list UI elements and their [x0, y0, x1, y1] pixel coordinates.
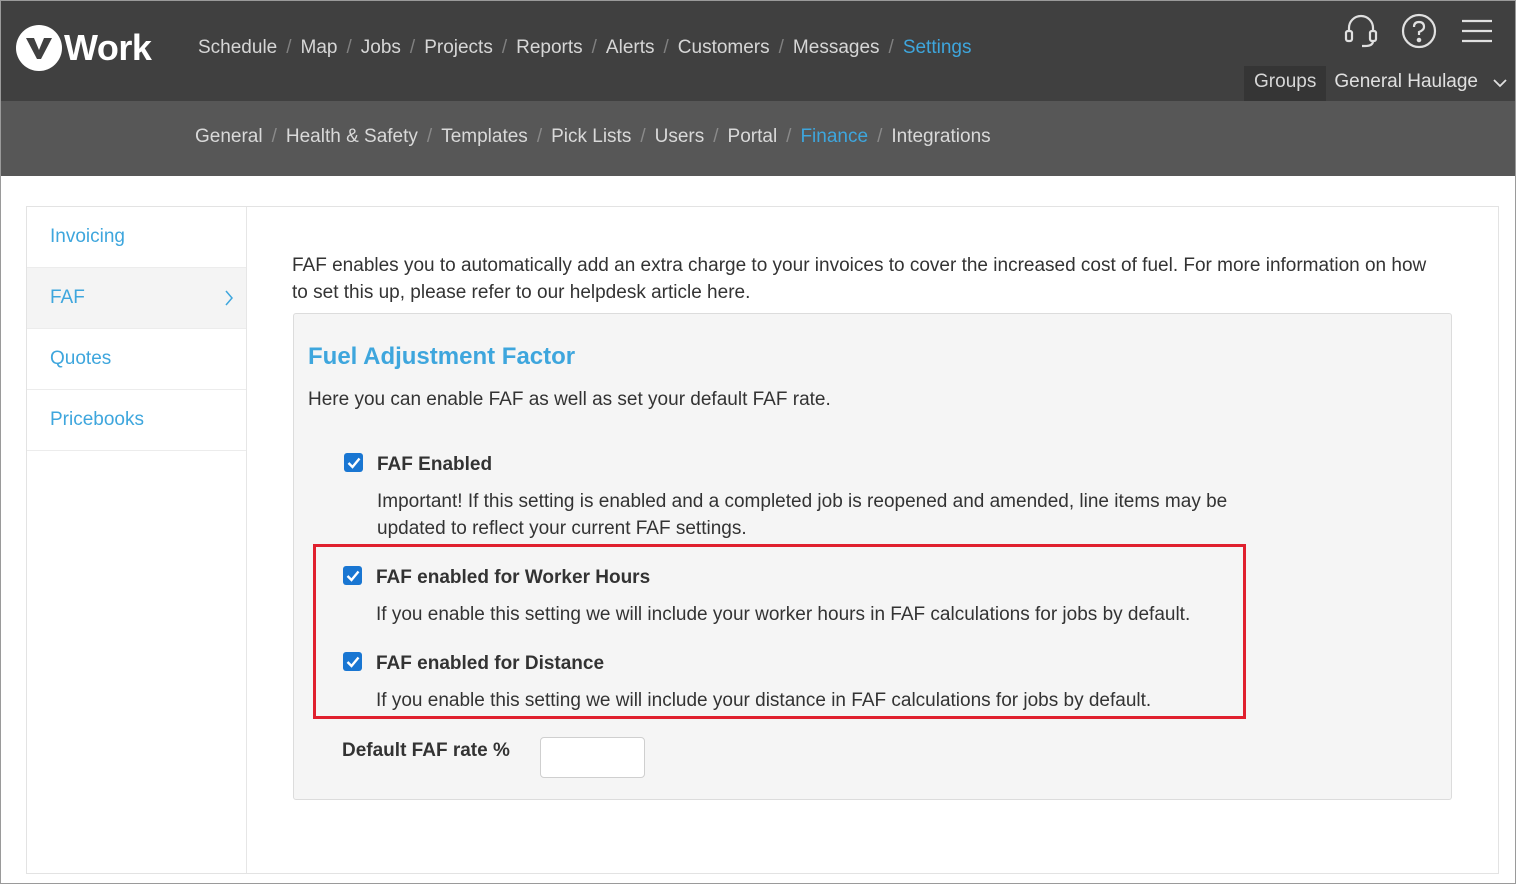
sidebar-item-label: Quotes	[50, 348, 112, 369]
sidebar-item-label: Invoicing	[50, 226, 125, 247]
nav-separator: /	[663, 37, 669, 58]
nav-jobs[interactable]: Jobs	[361, 37, 401, 59]
faf-distance-description: If you enable this setting we will inclu…	[376, 690, 1152, 711]
subnav-separator: /	[877, 126, 883, 147]
subnav-separator: /	[713, 126, 719, 147]
chevron-right-icon	[224, 290, 234, 312]
panel-title: Fuel Adjustment Factor	[308, 343, 576, 370]
sidebar-item-invoicing[interactable]: Invoicing	[27, 207, 246, 268]
subnav-separator: /	[786, 126, 792, 147]
faf-distance-label: FAF enabled for Distance	[376, 653, 605, 674]
group-select[interactable]: General Haulage	[1326, 66, 1514, 101]
sidebar-item-label: FAF	[50, 287, 85, 308]
faf-intro-text: FAF enables you to automatically add an …	[292, 255, 1427, 303]
sub-nav-bar: General / Health & Safety / Templates / Pic…	[1, 101, 1515, 176]
nav-projects[interactable]: Projects	[424, 37, 493, 59]
content-area: Invoicing FAF Quotes Pricebooks FAF enab…	[26, 206, 1499, 874]
subnav-users[interactable]: Users	[655, 126, 705, 148]
nav-separator: /	[778, 37, 784, 58]
subnav-health-safety[interactable]: Health & Safety	[286, 126, 418, 148]
vwork-logo[interactable]: Work	[16, 25, 152, 71]
subnav-finance[interactable]: Finance	[800, 126, 868, 148]
faf-worker-hours-checkbox[interactable]	[343, 566, 362, 585]
panel-description: Here you can enable FAF as well as set y…	[308, 389, 831, 410]
nav-customers[interactable]: Customers	[678, 37, 770, 59]
settings-sub-nav: General / Health & Safety / Templates / Pic…	[195, 126, 991, 148]
subnav-portal[interactable]: Portal	[728, 126, 778, 148]
sidebar-item-label: Pricebooks	[50, 409, 144, 430]
nav-map[interactable]: Map	[301, 37, 338, 59]
nav-schedule[interactable]: Schedule	[198, 37, 277, 59]
group-bar: Groups General Haulage	[1244, 66, 1514, 101]
nav-separator: /	[501, 37, 508, 58]
subnav-separator: /	[426, 126, 433, 147]
nav-separator: /	[409, 37, 416, 58]
top-icons	[1323, 11, 1497, 51]
sidebar-item-pricebooks[interactable]: Pricebooks	[27, 390, 246, 451]
faf-enabled-description: Important! If this setting is enabled an…	[377, 491, 1228, 539]
subnav-pick-lists[interactable]: Pick Lists	[551, 126, 631, 148]
faf-distance-checkbox[interactable]	[343, 652, 362, 671]
subnav-general[interactable]: General	[195, 126, 263, 148]
subnav-templates[interactable]: Templates	[441, 126, 528, 148]
subnav-separator: /	[640, 126, 646, 147]
nav-separator: /	[286, 37, 292, 58]
default-faf-rate-input[interactable]	[540, 737, 645, 778]
chevron-down-icon	[1492, 75, 1508, 101]
sidebar-item-faf[interactable]: FAF	[27, 268, 246, 329]
subnav-separator: /	[271, 126, 277, 147]
faf-settings-panel: Fuel Adjustment Factor Here you can enab…	[293, 313, 1452, 800]
nav-separator: /	[346, 37, 352, 58]
logo-text: Work	[64, 27, 152, 68]
nav-separator: /	[888, 37, 894, 58]
nav-settings[interactable]: Settings	[903, 37, 972, 59]
logo-badge-icon	[16, 25, 62, 71]
faf-enabled-checkbox[interactable]	[344, 453, 363, 472]
default-faf-rate-label: Default FAF rate %	[342, 740, 510, 761]
subnav-integrations[interactable]: Integrations	[891, 126, 990, 148]
subnav-separator: /	[536, 126, 543, 147]
menu-icon[interactable]	[1457, 11, 1497, 51]
faf-worker-hours-label: FAF enabled for Worker Hours	[376, 567, 651, 588]
nav-messages[interactable]: Messages	[793, 37, 880, 59]
top-bar: Work Schedule / Map / Jobs / Projects / Repo…	[1, 1, 1515, 101]
faf-worker-hours-description: If you enable this setting we will inclu…	[376, 604, 1191, 625]
nav-reports[interactable]: Reports	[516, 37, 583, 59]
groups-button[interactable]: Groups	[1244, 66, 1327, 101]
group-select-value: General Haulage	[1334, 71, 1478, 92]
sidebar-item-quotes[interactable]: Quotes	[27, 329, 246, 390]
nav-separator: /	[591, 37, 597, 58]
main-nav: Schedule / Map / Jobs / Projects / Reports / …	[198, 37, 971, 59]
help-icon[interactable]	[1399, 11, 1439, 51]
headset-icon[interactable]	[1341, 11, 1381, 51]
faf-enabled-label: FAF Enabled	[377, 454, 493, 475]
nav-alerts[interactable]: Alerts	[606, 37, 655, 59]
finance-sidebar: Invoicing FAF Quotes Pricebooks	[27, 207, 247, 873]
